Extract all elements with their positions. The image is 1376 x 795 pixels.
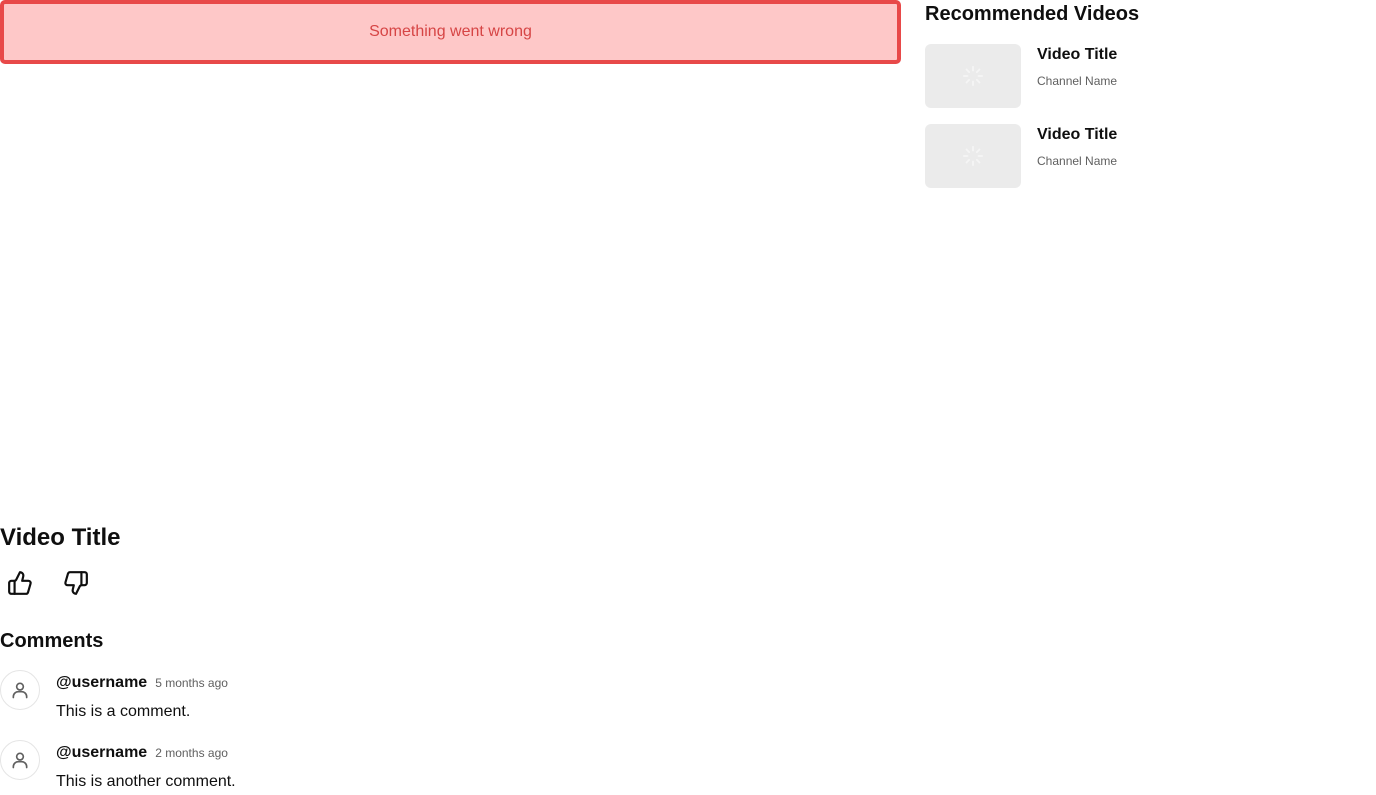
recommended-video-title[interactable]: Video Title (1037, 126, 1117, 144)
comment-item: @username 2 months ago This is another c… (0, 740, 600, 795)
comment-username[interactable]: @username (56, 674, 147, 692)
video-title: Video Title (0, 524, 121, 551)
dislike-button[interactable] (56, 566, 96, 600)
comments-heading: Comments (0, 630, 104, 652)
recommended-heading: Recommended Videos (925, 3, 1140, 25)
recommended-sidebar: Recommended Videos Video Title Channel N… (925, 0, 1355, 200)
video-thumbnail[interactable] (925, 44, 1021, 108)
video-thumbnail[interactable] (925, 124, 1021, 188)
like-button[interactable] (0, 566, 40, 600)
loading-spinner-icon (962, 65, 984, 87)
recommended-channel-name[interactable]: Channel Name (1037, 154, 1117, 168)
comment-header: @username 5 months ago (56, 674, 228, 692)
recommended-video-item[interactable]: Video Title Channel Name (925, 44, 1355, 108)
video-page: Something went wrong Video Title Comment… (0, 0, 1376, 795)
comment-item: @username 5 months ago This is a comment… (0, 670, 600, 730)
user-icon (12, 682, 28, 699)
comment-timestamp: 5 months ago (155, 676, 228, 690)
error-message-box: Something went wrong (0, 0, 901, 64)
comment-text: This is a comment. (56, 703, 191, 720)
comment-avatar[interactable] (0, 670, 40, 710)
comment-text: This is another comment. (56, 773, 236, 790)
comment-username[interactable]: @username (56, 744, 147, 762)
main-column: Something went wrong Video Title Comment… (0, 0, 901, 795)
thumbs-up-icon (8, 571, 32, 595)
recommended-video-title[interactable]: Video Title (1037, 46, 1117, 64)
comment-avatar[interactable] (0, 740, 40, 780)
recommended-video-item[interactable]: Video Title Channel Name (925, 124, 1355, 188)
recommended-channel-name[interactable]: Channel Name (1037, 74, 1117, 88)
video-actions (0, 566, 96, 600)
loading-spinner-icon (962, 145, 984, 167)
thumbs-down-icon (64, 571, 88, 595)
comment-timestamp: 2 months ago (155, 746, 228, 760)
error-message-text: Something went wrong (369, 23, 532, 40)
user-icon (12, 752, 28, 769)
comment-header: @username 2 months ago (56, 744, 228, 762)
